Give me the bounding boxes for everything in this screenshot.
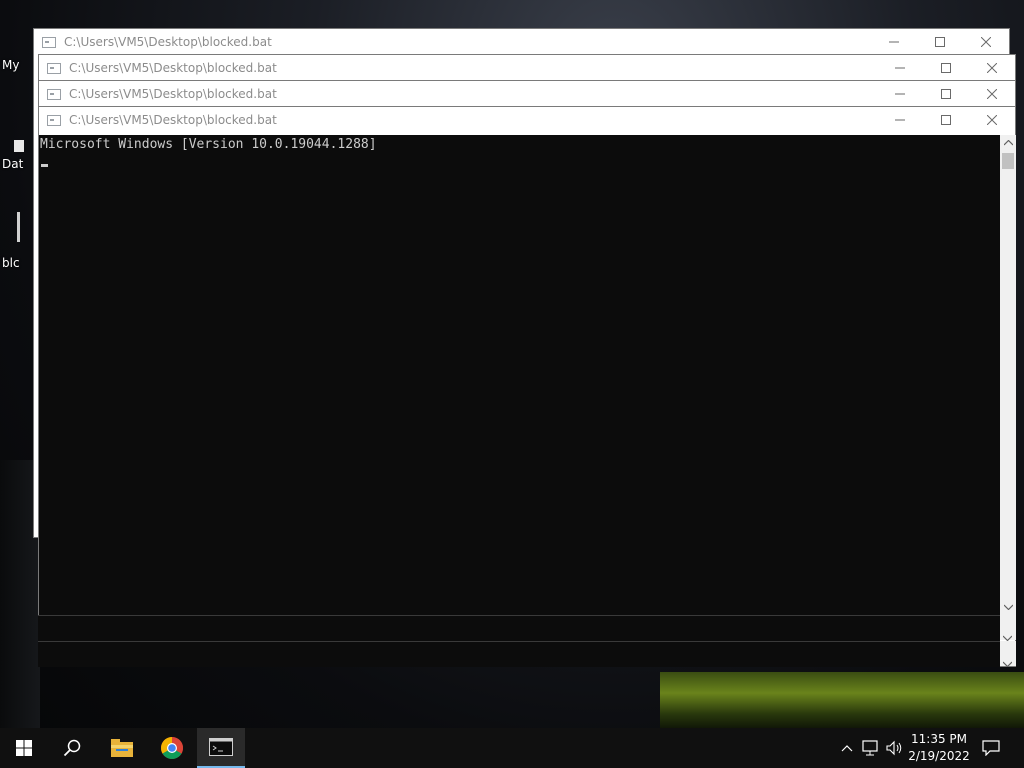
title-bar[interactable]: C:\Users\VM5\Desktop\blocked.bat (34, 29, 1009, 55)
maximize-icon[interactable] (923, 55, 969, 81)
cmd-window-2[interactable]: C:\Users\VM5\Desktop\blocked.bat (38, 54, 1016, 80)
title-bar[interactable]: C:\Users\VM5\Desktop\blocked.bat (39, 55, 1015, 81)
window-controls (877, 55, 1015, 81)
cmd-window-3[interactable]: C:\Users\VM5\Desktop\blocked.bat (38, 80, 1016, 106)
chevron-up-icon[interactable] (838, 728, 856, 768)
desktop-icon-label-my[interactable]: My (2, 58, 19, 72)
vertical-scrollbar[interactable] (1000, 641, 1016, 668)
console-output-line: Microsoft Windows [Version 10.0.19044.12… (40, 137, 377, 152)
scroll-up-icon[interactable] (1000, 135, 1016, 151)
scroll-down-icon[interactable] (1000, 599, 1016, 615)
scroll-down-icon[interactable] (1002, 652, 1013, 671)
search-icon[interactable] (48, 728, 96, 768)
clock-time: 11:35 PM (911, 732, 967, 746)
close-icon[interactable] (969, 107, 1015, 133)
vertical-scrollbar[interactable] (1000, 135, 1016, 615)
system-clock[interactable]: 11:35 PM 2/19/2022 (900, 731, 978, 765)
window-title: C:\Users\VM5\Desktop\blocked.bat (64, 35, 272, 49)
console-icon (42, 36, 56, 48)
desktop-icon-label-dat[interactable]: Dat (2, 157, 23, 171)
maximize-icon[interactable] (917, 29, 963, 55)
maximize-icon[interactable] (923, 81, 969, 107)
desktop-wallpaper-grass (660, 672, 1024, 732)
maximize-icon[interactable] (923, 107, 969, 133)
window-controls (871, 29, 1009, 55)
desktop-bat-icon[interactable] (17, 212, 20, 242)
console-icon (47, 114, 61, 126)
minimize-icon[interactable] (877, 107, 923, 133)
close-icon[interactable] (969, 81, 1015, 107)
title-bar[interactable]: C:\Users\VM5\Desktop\blocked.bat (39, 81, 1015, 107)
console-strip-1 (38, 615, 1000, 641)
console-icon (47, 88, 61, 100)
vertical-scrollbar[interactable] (1000, 615, 1016, 642)
window-controls (877, 107, 1015, 133)
desktop-file-icon[interactable] (14, 140, 24, 152)
console-icon (47, 62, 61, 74)
text-cursor (41, 164, 48, 167)
window-controls (877, 81, 1015, 107)
command-prompt-icon[interactable] (197, 728, 245, 768)
file-explorer-icon[interactable] (98, 728, 146, 768)
notification-icon[interactable] (978, 728, 1004, 768)
windows-start-icon[interactable] (0, 728, 48, 768)
network-icon[interactable] (860, 728, 882, 768)
console-strip-2 (38, 641, 1000, 667)
close-icon[interactable] (963, 29, 1009, 55)
console-area[interactable]: Microsoft Windows [Version 10.0.19044.12… (39, 135, 1000, 615)
minimize-icon[interactable] (877, 81, 923, 107)
scrollbar-thumb[interactable] (1002, 153, 1014, 169)
window-title: C:\Users\VM5\Desktop\blocked.bat (69, 61, 277, 75)
window-title: C:\Users\VM5\Desktop\blocked.bat (69, 113, 277, 127)
chrome-icon[interactable] (148, 728, 196, 768)
taskbar: 11:35 PM 2/19/2022 (0, 728, 1024, 768)
title-bar[interactable]: C:\Users\VM5\Desktop\blocked.bat (39, 107, 1015, 133)
window-title: C:\Users\VM5\Desktop\blocked.bat (69, 87, 277, 101)
minimize-icon[interactable] (871, 29, 917, 55)
desktop-icon-label-blocked[interactable]: blc (2, 256, 20, 270)
cmd-window-4[interactable]: C:\Users\VM5\Desktop\blocked.bat Microso… (38, 106, 1016, 667)
close-icon[interactable] (969, 55, 1015, 81)
clock-date: 2/19/2022 (908, 749, 970, 763)
minimize-icon[interactable] (877, 55, 923, 81)
